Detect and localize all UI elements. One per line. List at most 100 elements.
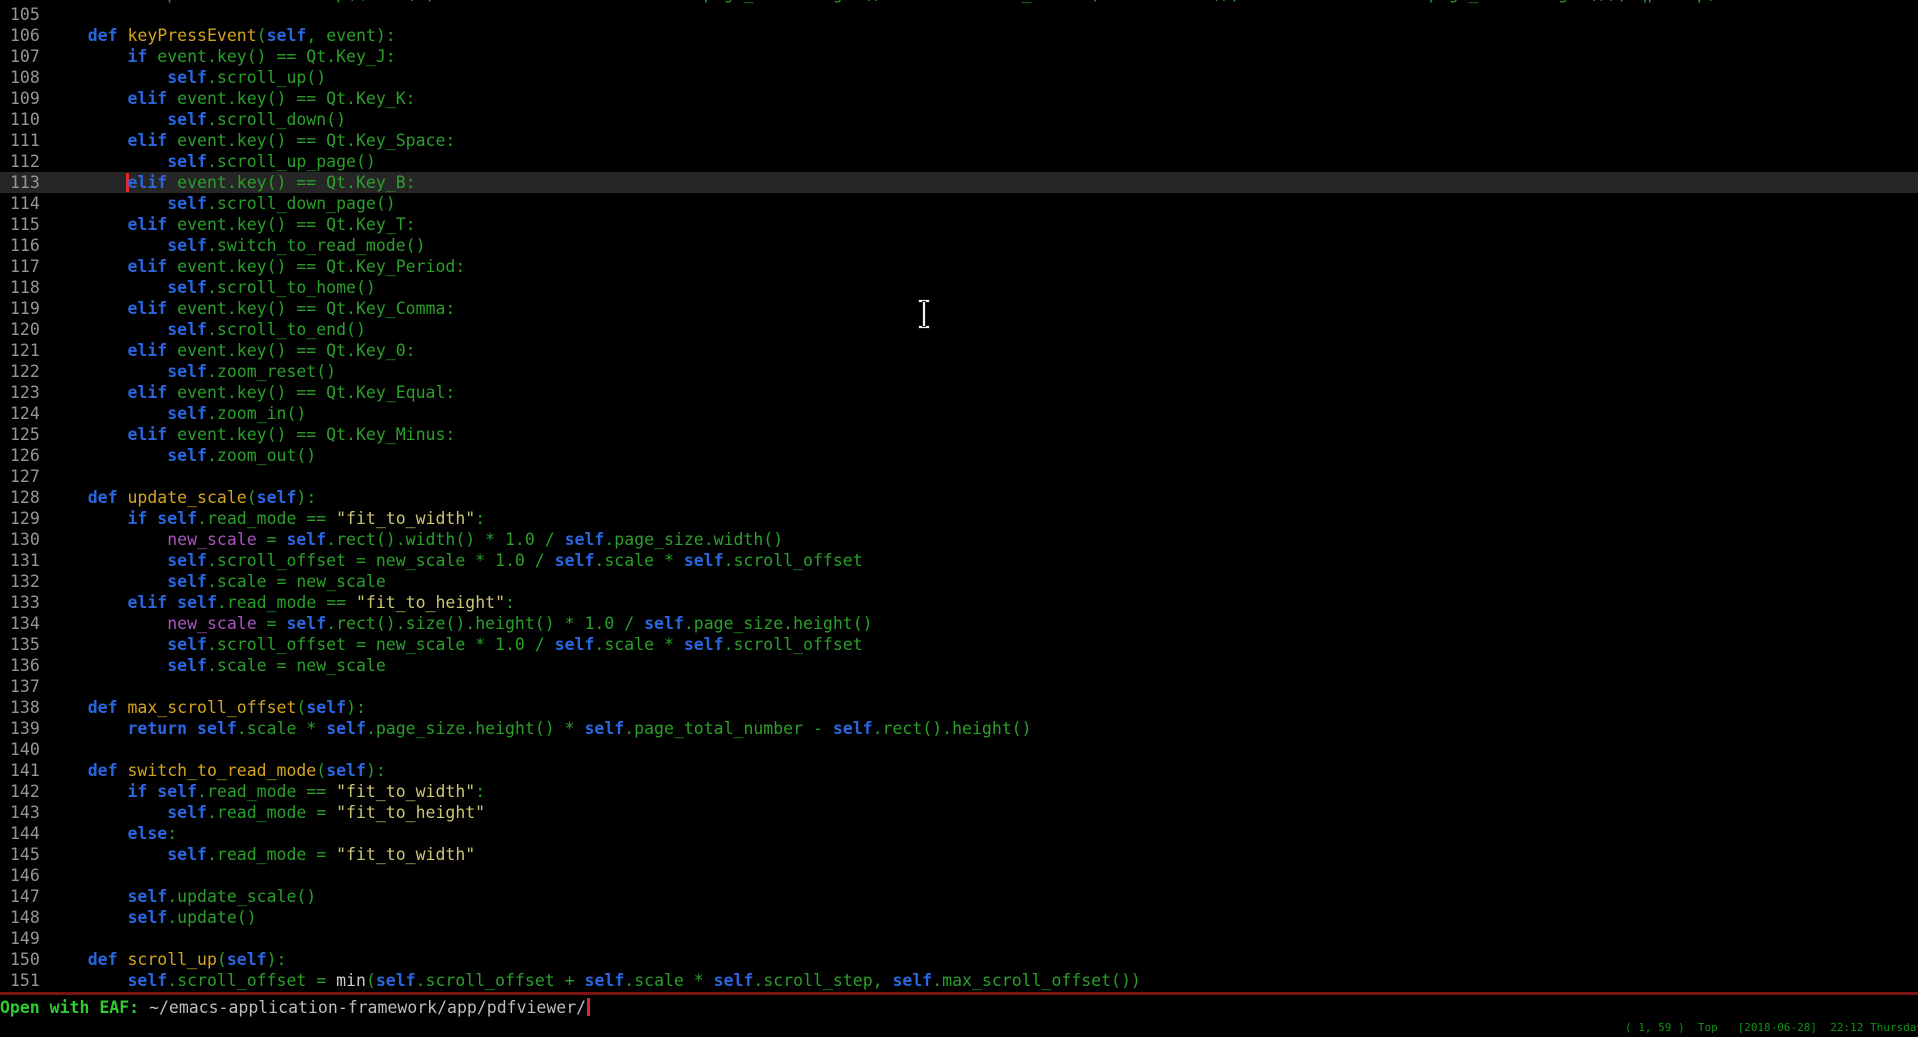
- code-text: self.scroll_up(): [48, 67, 326, 88]
- code-line[interactable]: 137: [0, 676, 1918, 697]
- code-line[interactable]: 141 def switch_to_read_mode(self):: [0, 760, 1918, 781]
- line-number: 118: [0, 277, 48, 298]
- code-line[interactable]: 122 self.zoom_reset(): [0, 361, 1918, 382]
- code-line[interactable]: 106 def keyPressEvent(self, event):: [0, 25, 1918, 46]
- line-number: 119: [0, 298, 48, 319]
- code-line[interactable]: 146: [0, 865, 1918, 886]
- line-number: 137: [0, 676, 48, 697]
- code-line[interactable]: 145 self.read_mode = "fit_to_width": [0, 844, 1918, 865]
- code-line[interactable]: 138 def max_scroll_offset(self):: [0, 697, 1918, 718]
- line-number: 107: [0, 46, 48, 67]
- line-number: 130: [0, 529, 48, 550]
- code-line[interactable]: 135 self.scroll_offset = new_scale * 1.0…: [0, 634, 1918, 655]
- line-number: 112: [0, 151, 48, 172]
- code-text: def keyPressEvent(self, event):: [48, 25, 396, 46]
- code-line[interactable]: 143 self.read_mode = "fit_to_height": [0, 802, 1918, 823]
- code-text: self.scroll_down(): [48, 109, 346, 130]
- code-text: elif event.key() == Qt.Key_T:: [48, 214, 416, 235]
- code-text: self.scroll_up_page(): [48, 151, 376, 172]
- line-number: 149: [0, 928, 48, 949]
- line-number: 123: [0, 382, 48, 403]
- code-area: painter.drawPixmap(QRect(0, index * self…: [0, 0, 1918, 991]
- code-text: if event.key() == Qt.Key_J:: [48, 46, 396, 67]
- minibuffer-path-value: ~/emacs-application-framework/app/pdfvie…: [149, 998, 586, 1017]
- line-number: 139: [0, 718, 48, 739]
- code-line[interactable]: 147 self.update_scale(): [0, 886, 1918, 907]
- code-line[interactable]: 128 def update_scale(self):: [0, 487, 1918, 508]
- code-line[interactable]: 127: [0, 466, 1918, 487]
- code-line[interactable]: 123 elif event.key() == Qt.Key_Equal:: [0, 382, 1918, 403]
- code-text: if self.read_mode == "fit_to_width":: [48, 508, 485, 529]
- code-line[interactable]: 151 self.scroll_offset = min(self.scroll…: [0, 970, 1918, 991]
- minibuffer-input[interactable]: Open with EAF: ~/emacs-application-frame…: [0, 997, 590, 1018]
- code-text: self.update(): [48, 907, 257, 928]
- minibuffer: Open with EAF: ~/emacs-application-frame…: [0, 995, 1918, 1037]
- code-text: self.scroll_offset = min(self.scroll_off…: [48, 970, 1141, 991]
- code-line[interactable]: 148 self.update(): [0, 907, 1918, 928]
- code-line[interactable]: 131 self.scroll_offset = new_scale * 1.0…: [0, 550, 1918, 571]
- code-line[interactable]: 112 self.scroll_up_page(): [0, 151, 1918, 172]
- code-line[interactable]: 111 elif event.key() == Qt.Key_Space:: [0, 130, 1918, 151]
- code-line[interactable]: 126 self.zoom_out(): [0, 445, 1918, 466]
- line-number: 150: [0, 949, 48, 970]
- code-text: new_scale = self.rect().width() * 1.0 / …: [48, 529, 783, 550]
- code-line[interactable]: 121 elif event.key() == Qt.Key_0:: [0, 340, 1918, 361]
- line-number: 124: [0, 403, 48, 424]
- code-line[interactable]: 132 self.scale = new_scale: [0, 571, 1918, 592]
- code-line[interactable]: 134 new_scale = self.rect().size().heigh…: [0, 613, 1918, 634]
- code-line[interactable]: 108 self.scroll_up(): [0, 67, 1918, 88]
- code-line[interactable]: 120 self.scroll_to_end(): [0, 319, 1918, 340]
- minibuffer-cursor: [587, 998, 590, 1016]
- code-text: self.zoom_reset(): [48, 361, 336, 382]
- code-line[interactable]: 144 else:: [0, 823, 1918, 844]
- code-line[interactable]: 115 elif event.key() == Qt.Key_T:: [0, 214, 1918, 235]
- line-number: 125: [0, 424, 48, 445]
- code-text: self.zoom_out(): [48, 445, 316, 466]
- code-line-current[interactable]: 113 elif event.key() == Qt.Key_B:: [0, 172, 1918, 193]
- code-text: elif event.key() == Qt.Key_K:: [48, 88, 416, 109]
- code-text: elif event.key() == Qt.Key_B:: [48, 172, 416, 193]
- code-line[interactable]: 139 return self.scale * self.page_size.h…: [0, 718, 1918, 739]
- code-line[interactable]: 130 new_scale = self.rect().width() * 1.…: [0, 529, 1918, 550]
- code-line[interactable]: 133 elif self.read_mode == "fit_to_heigh…: [0, 592, 1918, 613]
- code-text: if self.read_mode == "fit_to_width":: [48, 781, 485, 802]
- code-line[interactable]: 117 elif event.key() == Qt.Key_Period:: [0, 256, 1918, 277]
- code-text: else:: [48, 823, 177, 844]
- code-line[interactable]: 150 def scroll_up(self):: [0, 949, 1918, 970]
- code-editor-window[interactable]: painter.drawPixmap(QRect(0, index * self…: [0, 0, 1918, 992]
- code-line[interactable]: 149: [0, 928, 1918, 949]
- code-line[interactable]: 109 elif event.key() == Qt.Key_K:: [0, 88, 1918, 109]
- code-line[interactable]: 114 self.scroll_down_page(): [0, 193, 1918, 214]
- code-text: return self.scale * self.page_size.heigh…: [48, 718, 1032, 739]
- code-line[interactable]: 136 self.scale = new_scale: [0, 655, 1918, 676]
- line-number: 127: [0, 466, 48, 487]
- line-number: 114: [0, 193, 48, 214]
- code-text: self.update_scale(): [48, 886, 316, 907]
- line-number: 134: [0, 613, 48, 634]
- code-line[interactable]: 140: [0, 739, 1918, 760]
- code-line[interactable]: 105: [0, 4, 1918, 25]
- code-line[interactable]: 116 self.switch_to_read_mode(): [0, 235, 1918, 256]
- code-line[interactable]: 124 self.zoom_in(): [0, 403, 1918, 424]
- code-line[interactable]: 129 if self.read_mode == "fit_to_width":: [0, 508, 1918, 529]
- code-text: elif event.key() == Qt.Key_0:: [48, 340, 416, 361]
- line-number: 151: [0, 970, 48, 991]
- line-number: 135: [0, 634, 48, 655]
- line-number: 148: [0, 907, 48, 928]
- code-line[interactable]: painter.drawPixmap(QRect(0, index * self…: [0, 0, 1918, 4]
- emacs-frame: { "editor": { "bg": "#000000", "colors":…: [0, 0, 1918, 1037]
- line-number: 144: [0, 823, 48, 844]
- code-line[interactable]: 142 if self.read_mode == "fit_to_width":: [0, 781, 1918, 802]
- code-line[interactable]: 107 if event.key() == Qt.Key_J:: [0, 46, 1918, 67]
- line-number: 136: [0, 655, 48, 676]
- line-number: 111: [0, 130, 48, 151]
- code-line[interactable]: 125 elif event.key() == Qt.Key_Minus:: [0, 424, 1918, 445]
- code-text: self.switch_to_read_mode(): [48, 235, 426, 256]
- line-number: 113: [0, 172, 48, 193]
- code-line[interactable]: 119 elif event.key() == Qt.Key_Comma:: [0, 298, 1918, 319]
- code-text: self.scroll_to_end(): [48, 319, 366, 340]
- code-text: def scroll_up(self):: [48, 949, 286, 970]
- code-text: self.read_mode = "fit_to_width": [48, 844, 475, 865]
- code-line[interactable]: 110 self.scroll_down(): [0, 109, 1918, 130]
- code-line[interactable]: 118 self.scroll_to_home(): [0, 277, 1918, 298]
